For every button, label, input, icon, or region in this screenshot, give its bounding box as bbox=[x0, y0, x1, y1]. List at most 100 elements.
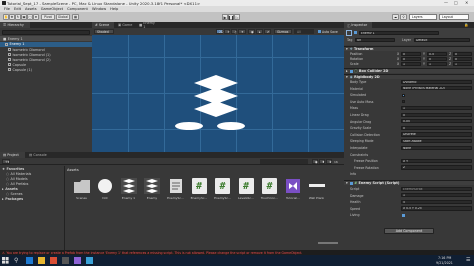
clock-time[interactable]: 7:16 PM bbox=[438, 256, 451, 260]
shading-mode-dropdown[interactable]: Shaded bbox=[94, 29, 114, 34]
2d-toggle[interactable]: 2D bbox=[216, 29, 223, 34]
asset-item[interactable]: Enemy 1 bbox=[119, 178, 138, 200]
rigidbody-field-value[interactable]: Discrete bbox=[401, 132, 472, 137]
filter-label-icon[interactable]: ♦ bbox=[319, 159, 325, 164]
script-field-value[interactable]: X 0.5 Y 0.25 bbox=[401, 206, 472, 211]
asset-item[interactable]: EnemySc... bbox=[166, 178, 185, 200]
transform-tool-button[interactable]: ⊕ bbox=[33, 14, 39, 20]
asset-item[interactable]: # EnemySc... bbox=[213, 178, 232, 200]
visual-studio-icon[interactable] bbox=[74, 257, 81, 264]
project-tree-item[interactable]: ○ All Materials bbox=[6, 172, 31, 176]
menu-file[interactable]: File bbox=[4, 7, 10, 11]
lock-icon[interactable]: 🔒 bbox=[464, 23, 468, 27]
add-component-button[interactable]: Add Component bbox=[384, 228, 434, 234]
project-tree-item[interactable]: ○ Scenes bbox=[6, 192, 23, 196]
scene-search-input[interactable]: All bbox=[294, 29, 314, 34]
rigidbody-field-value[interactable]: None (Physics Material 2D) bbox=[401, 86, 472, 91]
position-z-field[interactable]: 0 bbox=[453, 51, 472, 56]
asset-item[interactable]: Tutorial... bbox=[284, 178, 303, 200]
asset-item[interactable]: # LevelsSc... bbox=[237, 178, 256, 200]
menu-gameobject[interactable]: GameObject bbox=[41, 7, 63, 11]
asset-item[interactable]: # TouchCon... bbox=[260, 178, 279, 200]
capsule-1-sprite[interactable] bbox=[217, 122, 245, 130]
search-taskbar-icon[interactable]: ⚲ bbox=[14, 257, 21, 264]
audio-icon[interactable]: ♫ bbox=[231, 29, 237, 34]
asset-item[interactable]: # EnemySc... bbox=[190, 178, 209, 200]
rigidbody-field-value[interactable]: None bbox=[401, 145, 472, 150]
zoom-slider[interactable] bbox=[318, 242, 338, 244]
project-tree-item[interactable]: ★ Favorites bbox=[2, 167, 24, 171]
filter-type-icon[interactable]: ◉ bbox=[312, 159, 318, 164]
capsule-sprite[interactable] bbox=[175, 122, 203, 130]
app-icon[interactable] bbox=[86, 257, 93, 264]
file-explorer-icon[interactable] bbox=[38, 257, 45, 264]
menu-assets[interactable]: Assets bbox=[25, 7, 37, 11]
transform-header[interactable]: ▾ ✥ Transform bbox=[344, 46, 474, 51]
tools-icon[interactable]: ✐ bbox=[264, 29, 271, 34]
rigidbody-field-value[interactable]: 0.05 bbox=[401, 119, 472, 124]
create-dropdown[interactable]: +▾ bbox=[2, 159, 10, 164]
menu-help[interactable]: Help bbox=[110, 7, 118, 11]
object-name-field[interactable]: Enemy 1 bbox=[359, 30, 439, 35]
unity-taskbar-icon[interactable] bbox=[62, 257, 69, 264]
tab-hierarchy[interactable]: ☰ Hierarchy bbox=[0, 22, 30, 28]
breadcrumb[interactable]: Assets bbox=[67, 168, 79, 172]
effects-icon[interactable]: ✦ bbox=[238, 29, 246, 34]
asset-item[interactable]: Wall Plank bbox=[307, 178, 326, 200]
menu-window[interactable]: Window bbox=[92, 7, 106, 11]
rigidbody-field-value[interactable]: Dynamic bbox=[401, 79, 472, 84]
rotation-z-field[interactable]: 0 bbox=[453, 56, 472, 61]
rigidbody-field-value[interactable]: X Y bbox=[401, 158, 472, 163]
asset-item[interactable]: Enemy bbox=[143, 178, 162, 200]
minimize-icon[interactable]: — bbox=[444, 0, 448, 5]
gizmos-dropdown[interactable]: Gizmos bbox=[274, 29, 292, 34]
scale-y-field[interactable]: 1 bbox=[427, 61, 447, 66]
position-x-field[interactable]: 0 bbox=[401, 51, 421, 56]
enabled-checkbox[interactable] bbox=[349, 181, 353, 185]
hierarchy-search-input[interactable] bbox=[2, 29, 90, 35]
enemy-sprite-group[interactable] bbox=[92, 35, 344, 152]
rigidbody-field-value[interactable]: Z bbox=[401, 165, 472, 170]
enabled-checkbox[interactable] bbox=[349, 69, 353, 73]
hierarchy-item-capsule-1[interactable]: Capsule (1) bbox=[8, 67, 32, 72]
windows-start-icon[interactable] bbox=[2, 257, 9, 264]
layer-dropdown[interactable]: Default bbox=[414, 37, 470, 42]
rigidbody-header[interactable]: ▾ ◉ Rigidbody 2D bbox=[344, 74, 474, 79]
rigidbody-checkbox[interactable] bbox=[402, 93, 405, 97]
script-field-value[interactable]: 5 bbox=[401, 199, 472, 204]
pivot-toggle[interactable]: Pivot bbox=[41, 14, 55, 20]
box-collider-header[interactable]: ▸ ▢ Box Collider 2D bbox=[344, 68, 474, 73]
grid-snap-button[interactable]: ▦ bbox=[72, 14, 79, 20]
rigidbody-field-value[interactable]: 0 bbox=[401, 125, 472, 130]
project-tree-item[interactable]: ▸ Assets bbox=[2, 187, 18, 191]
asset-item[interactable]: Scenes bbox=[72, 178, 91, 200]
layout-dropdown[interactable]: Layout bbox=[439, 14, 469, 20]
clock-date[interactable]: 9/21/2021 bbox=[436, 261, 453, 265]
cloud-icon[interactable]: ☁ bbox=[392, 14, 399, 20]
layers-dropdown[interactable]: Layers bbox=[409, 14, 437, 20]
rigidbody-field-value[interactable]: 1 bbox=[401, 106, 472, 111]
rigidbody-field-value[interactable]: Start Awake bbox=[401, 139, 472, 144]
rotation-x-field[interactable]: 0 bbox=[401, 56, 421, 61]
project-tree-item[interactable]: ▸ Packages bbox=[2, 197, 23, 201]
menu-component[interactable]: Component bbox=[67, 7, 88, 11]
rigidbody-checkbox[interactable] bbox=[402, 100, 405, 104]
scale-z-field[interactable]: 1 bbox=[453, 61, 472, 66]
auto-save-toggle[interactable]: Auto Save bbox=[316, 29, 342, 34]
hierarchy-item-enemy-1[interactable]: Enemy 1 bbox=[0, 41, 92, 47]
favorite-icon[interactable]: ★ bbox=[326, 159, 332, 164]
close-icon[interactable]: ✕ bbox=[465, 0, 468, 5]
project-tree-item[interactable]: ○ All Models bbox=[6, 177, 28, 181]
step-button[interactable]: ▷ bbox=[234, 14, 240, 20]
asset-item[interactable]: Dot bbox=[96, 178, 115, 200]
maximize-icon[interactable]: □ bbox=[454, 0, 458, 5]
script-field-value[interactable]: 1 bbox=[401, 193, 472, 198]
scene-root-item[interactable]: ■ Enemy 1 bbox=[0, 36, 92, 41]
script-field-value[interactable]: EnemyScript bbox=[401, 186, 472, 191]
living-checkbox[interactable] bbox=[402, 213, 405, 217]
hidden-objects-icon[interactable]: ◉ bbox=[248, 29, 255, 34]
isometric-diamond-2-sprite[interactable] bbox=[194, 101, 238, 117]
menu-edit[interactable]: Edit bbox=[14, 7, 21, 11]
project-tree-item[interactable]: ○ All Prefabs bbox=[6, 182, 28, 186]
project-search-input[interactable] bbox=[260, 159, 308, 164]
